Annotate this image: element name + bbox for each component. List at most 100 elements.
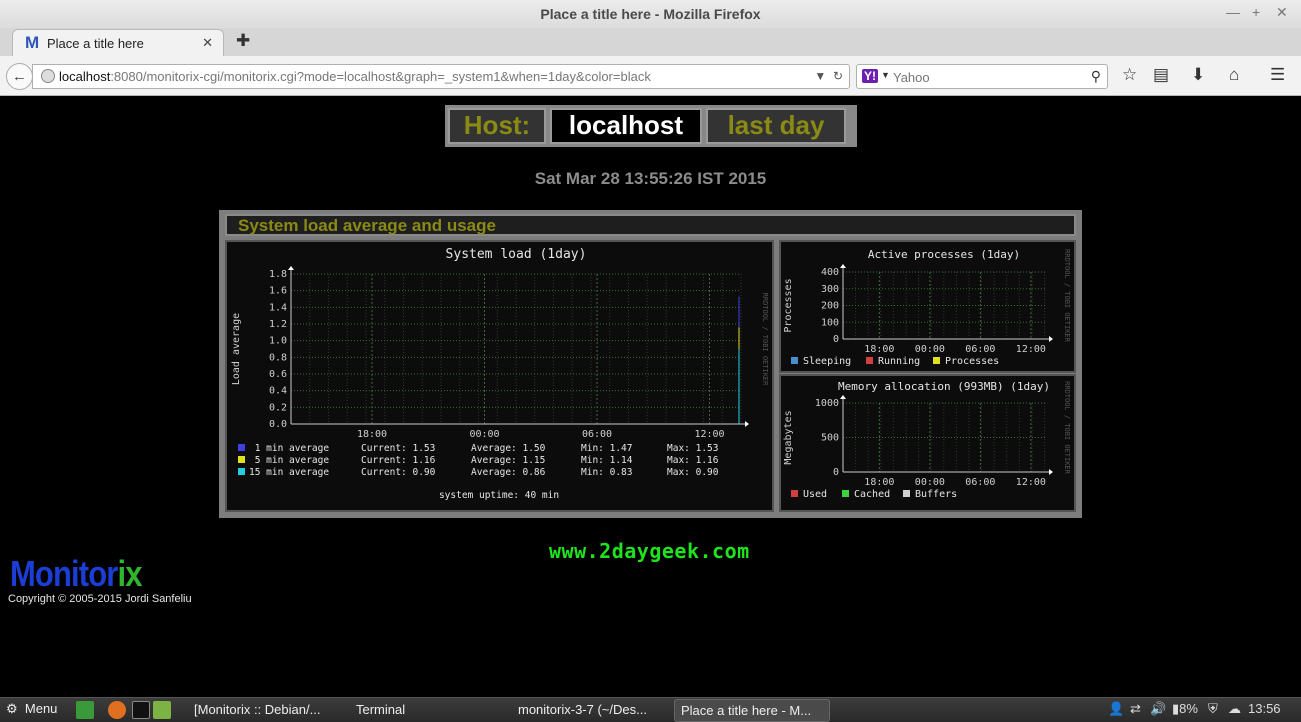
legend-max: Max: 1.53	[667, 443, 718, 454]
rrdtool-credit: RRDTOOL / TOBI OETIKER	[1063, 381, 1071, 475]
task-monitorix-folder[interactable]: monitorix-3-7 (~/Des...	[512, 699, 668, 722]
uptime-text: system uptime: 40 min	[439, 490, 559, 501]
bookmark-star-icon[interactable]: ☆	[1122, 65, 1137, 85]
task-monitorix-browser[interactable]: [Monitorix :: Debian/...	[188, 699, 340, 722]
x-tick-label: 12:00	[1016, 477, 1046, 488]
window-titlebar: Place a title here - Mozilla Firefox — +…	[0, 0, 1301, 28]
task-firefox-active[interactable]: Place a title here - M...	[674, 699, 830, 722]
legend-series-name: Used	[803, 489, 827, 500]
minimize-icon[interactable]: —	[1226, 4, 1240, 20]
search-icon[interactable]: ⚲	[1091, 68, 1101, 85]
host-label: Host:	[448, 108, 546, 144]
tab-label: Place a title here	[47, 36, 144, 51]
close-tab-icon[interactable]: ✕	[202, 35, 213, 51]
new-tab-icon[interactable]: ✚	[236, 31, 250, 51]
url-host: localhost	[59, 69, 111, 84]
y-tick-label: 0.8	[269, 352, 287, 363]
url-bar[interactable]: localhost:8080/monitorix-cgi/monitorix.c…	[32, 64, 850, 89]
update-icon[interactable]: ☁	[1228, 701, 1241, 717]
system-load-graph[interactable]: System load (1day) Load average RRDTOOL / …	[225, 240, 774, 512]
firefox-launcher-icon[interactable]	[108, 701, 126, 719]
show-desktop-icon[interactable]	[76, 701, 94, 719]
browser-tab[interactable]: M Place a title here ✕	[12, 29, 224, 56]
y-axis-arrow	[840, 264, 846, 268]
legend-min: Min: 1.14	[581, 455, 633, 466]
shield-icon[interactable]: ⛨	[1208, 701, 1218, 717]
y-tick-label: 1.0	[269, 336, 287, 347]
legend-series-name: 1 min average	[249, 443, 329, 454]
chart-title: System load (1day)	[446, 247, 587, 262]
navigation-toolbar: ← localhost:8080/monitorix-cgi/monitorix…	[0, 56, 1301, 96]
x-tick-label: 06:00	[582, 429, 612, 440]
legend-swatch	[238, 468, 245, 475]
y-tick-label: 1.8	[269, 269, 287, 280]
home-icon[interactable]: ⌂	[1229, 65, 1239, 85]
panel-title: System load average and usage	[225, 214, 1076, 236]
period-label: last day	[706, 108, 846, 144]
active-processes-graph[interactable]: Active processes (1day) Processes RRDTOOL …	[779, 240, 1076, 373]
volume-icon[interactable]: 🔊	[1150, 701, 1166, 717]
legend-series-name: 5 min average	[249, 455, 329, 466]
legend-series-name: Sleeping	[803, 356, 851, 367]
x-axis-arrow	[745, 421, 749, 427]
maximize-icon[interactable]: +	[1252, 4, 1260, 20]
y-axis-arrow	[840, 395, 846, 399]
y-tick-label: 200	[821, 301, 839, 312]
user-icon[interactable]: 👤	[1108, 701, 1124, 717]
copyright-text: Copyright © 2005-2015 Jordi Sanfeliu	[8, 593, 192, 605]
y-tick-label: 1000	[815, 398, 839, 409]
legend-swatch	[238, 456, 245, 463]
network-icon[interactable]: ⇄	[1130, 701, 1141, 717]
x-tick-label: 00:00	[915, 344, 945, 355]
page-timestamp: Sat Mar 28 13:55:26 IST 2015	[534, 169, 767, 188]
y-tick-label: 0.4	[269, 386, 287, 397]
y-tick-label: 0.0	[269, 419, 287, 430]
reload-icon[interactable]: ↻	[833, 69, 843, 83]
legend-current: Current: 0.90	[361, 467, 436, 478]
downloads-icon[interactable]: ⬇	[1191, 65, 1205, 85]
memory-allocation-graph[interactable]: Memory allocation (993MB) (1day) Megabyte…	[779, 374, 1076, 512]
files-launcher-icon[interactable]	[153, 701, 171, 719]
y-tick-label: 1.6	[269, 286, 287, 297]
monitorix-logo[interactable]: Monitorix	[10, 553, 142, 595]
watermark-text: www.2daygeek.com	[549, 539, 750, 563]
x-tick-label: 06:00	[965, 477, 995, 488]
search-bar[interactable]: Y! ▼ ⚲	[856, 64, 1108, 89]
gear-icon: ⚙	[6, 701, 18, 716]
y-tick-label: 300	[821, 284, 839, 295]
reading-list-icon[interactable]: ▤	[1153, 65, 1169, 85]
y-tick-label: 0	[833, 467, 839, 478]
y-tick-label: 0	[833, 334, 839, 345]
back-button[interactable]: ←	[6, 63, 33, 90]
y-tick-label: 1.2	[269, 319, 287, 330]
x-tick-label: 12:00	[1016, 344, 1046, 355]
x-axis-arrow	[1049, 469, 1053, 475]
close-window-icon[interactable]: ✕	[1276, 4, 1288, 21]
search-input[interactable]	[893, 68, 1083, 86]
legend-swatch	[933, 357, 940, 364]
clock[interactable]: 13:56	[1248, 701, 1281, 716]
x-tick-label: 00:00	[469, 429, 499, 440]
url-dropdown-icon[interactable]: ▼	[814, 69, 826, 83]
battery-indicator[interactable]: ▮8%	[1172, 701, 1198, 717]
y-tick-label: 400	[821, 267, 839, 278]
legend-series-name: Cached	[854, 489, 890, 500]
yahoo-engine-icon[interactable]: Y!	[862, 69, 878, 83]
legend-series-name: Running	[878, 356, 920, 367]
site-identity-icon[interactable]	[41, 69, 55, 83]
y-axis-label: Load average	[231, 313, 242, 385]
url-text[interactable]: localhost:8080/monitorix-cgi/monitorix.c…	[59, 69, 651, 84]
x-tick-label: 18:00	[864, 344, 894, 355]
terminal-launcher-icon[interactable]	[132, 701, 150, 719]
start-menu-button[interactable]: ⚙ Menu	[6, 701, 57, 717]
y-tick-label: 100	[821, 317, 839, 328]
y-tick-label: 1.4	[269, 302, 287, 313]
engine-dropdown-icon[interactable]: ▼	[881, 70, 890, 80]
y-tick-label: 0.2	[269, 402, 287, 413]
task-terminal[interactable]: Terminal	[350, 699, 506, 722]
legend-swatch	[791, 357, 798, 364]
legend-min: Min: 0.83	[581, 467, 632, 478]
x-axis-arrow	[1049, 336, 1053, 342]
menu-hamburger-icon[interactable]: ☰	[1270, 65, 1285, 85]
y-axis-label: Megabytes	[783, 410, 794, 464]
